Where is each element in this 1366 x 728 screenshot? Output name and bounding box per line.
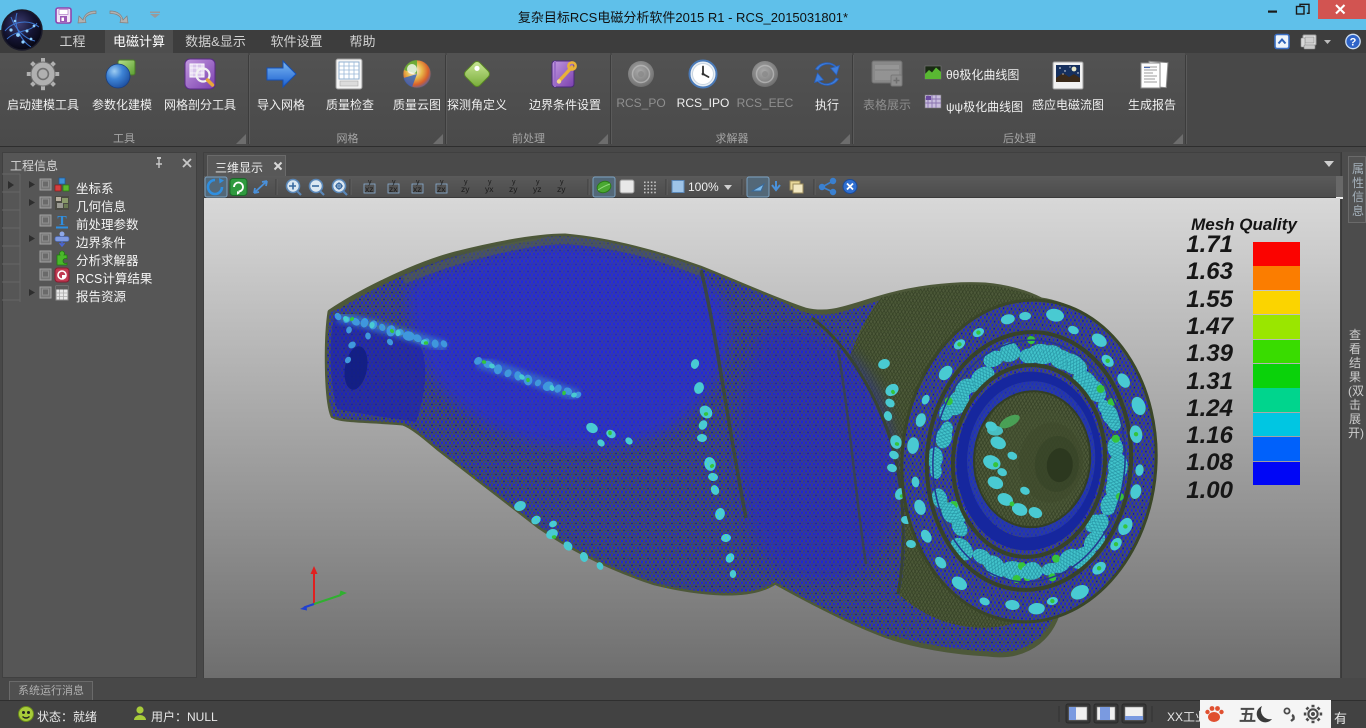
svg-text:y: y <box>536 179 540 186</box>
svg-text:y: y <box>416 179 420 186</box>
svg-text:y: y <box>440 179 444 186</box>
svg-text:y: y <box>560 179 564 186</box>
svg-text:五: 五 <box>1239 706 1256 725</box>
svg-text:y: y <box>464 179 468 186</box>
svg-text:y: y <box>512 179 516 186</box>
svg-text:y: y <box>392 179 396 186</box>
svg-text:?: ? <box>1350 37 1357 49</box>
svg-text:100%: 100% <box>688 180 719 194</box>
svg-text:y: y <box>368 179 372 186</box>
svg-text:y: y <box>488 179 492 186</box>
